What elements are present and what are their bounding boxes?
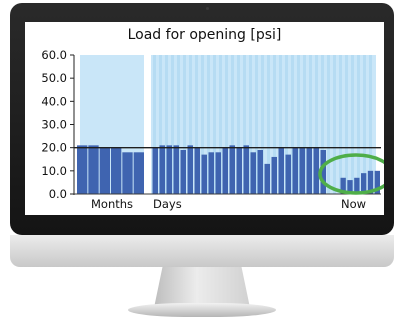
background-stripe (345, 55, 348, 194)
monitor-stand-base (128, 303, 276, 317)
bar (313, 147, 319, 194)
bar (152, 147, 158, 194)
monitor-screen: 60.0 50.0 40.0 30.0 20.0 10.0 0.0 Months Days Now… (25, 22, 384, 215)
y-tick-label: 20.0 (41, 141, 67, 155)
webcam-icon (206, 7, 209, 10)
load-chart: 60.0 50.0 40.0 30.0 20.0 10.0 0.0 Months Days Now (41, 48, 384, 211)
bar (208, 152, 214, 194)
monitor-stand (154, 267, 250, 307)
bar (194, 147, 200, 194)
y-tick-label: 0.0 (49, 187, 67, 201)
bar (299, 147, 305, 194)
bar (122, 152, 133, 194)
chart-title: Load for opening [psi] (127, 27, 282, 43)
bar (264, 163, 270, 194)
bar (99, 147, 110, 194)
y-tick-label: 10.0 (41, 164, 67, 178)
bar (257, 149, 263, 194)
y-tick-label: 30.0 (41, 118, 67, 132)
bar (173, 145, 179, 194)
background-stripe (339, 55, 342, 194)
bar (88, 145, 99, 194)
bar (159, 145, 165, 194)
background-stripe (351, 55, 354, 194)
bar (285, 154, 291, 194)
bar (229, 145, 235, 194)
bar (187, 145, 193, 194)
bar (111, 147, 122, 194)
background-stripe (333, 55, 336, 194)
bar (77, 145, 88, 194)
bar (243, 145, 249, 194)
bar (215, 152, 221, 194)
background-stripe (327, 55, 330, 194)
bar (133, 152, 144, 194)
bar (222, 147, 228, 194)
bar (180, 149, 186, 194)
bar (250, 152, 256, 194)
y-tick-label: 60.0 (41, 48, 67, 62)
bar (278, 147, 284, 194)
y-tick-label: 50.0 (41, 71, 67, 85)
monitor-chin (10, 235, 394, 267)
x-axis-label: Months (91, 197, 133, 211)
x-axis-label: Now (341, 197, 366, 211)
bar (306, 147, 312, 194)
x-axis-label: Days (153, 197, 182, 211)
bar (236, 147, 242, 194)
bar (201, 154, 207, 194)
bar (271, 156, 277, 194)
y-tick-label: 40.0 (41, 94, 67, 108)
bar (292, 147, 298, 194)
bar (166, 145, 172, 194)
background-stripe (357, 55, 360, 194)
